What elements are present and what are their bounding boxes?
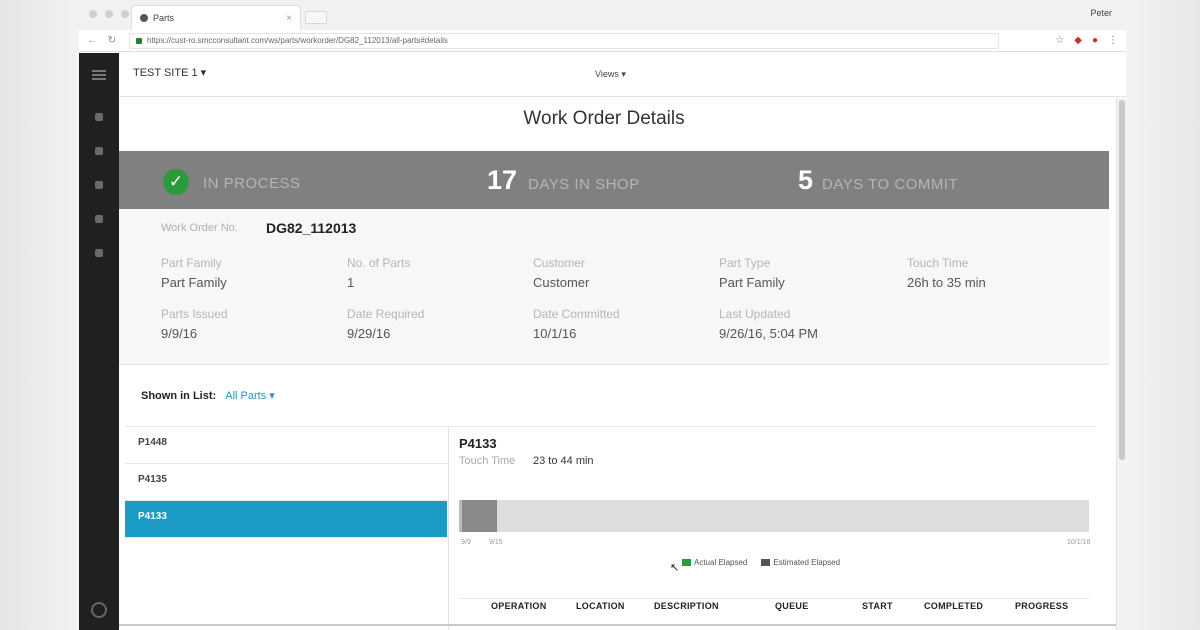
column-header[interactable]: OPERATION: [491, 601, 547, 611]
browser-toolbar: ☆ ◆ ● ⋮: [1055, 35, 1118, 46]
divider: [119, 624, 1116, 626]
maximize-window-dot[interactable]: [121, 10, 129, 18]
field-date-required: Date Required 9/29/16: [347, 307, 425, 341]
field-part-type: Part Type Part Family: [719, 256, 785, 290]
reload-icon[interactable]: ↻: [105, 35, 119, 46]
field-touch-time: Touch Time 26h to 35 min: [907, 256, 986, 290]
browser-tab-bar: Parts × Peter: [79, 0, 1126, 30]
list-filter-label: Shown in List:: [141, 390, 217, 402]
reports-icon[interactable]: [95, 215, 103, 223]
field-customer: Customer Customer: [533, 256, 590, 290]
field-part-family: Part Family Part Family: [161, 256, 227, 290]
dashboard-icon[interactable]: [95, 113, 103, 121]
parts-list-item-selected[interactable]: P4133: [125, 501, 447, 538]
browser-tab[interactable]: Parts ×: [131, 5, 301, 30]
legend-actual: Actual Elapsed: [682, 558, 747, 567]
column-header[interactable]: PROGRESS: [1015, 601, 1068, 611]
progress-tick-start: 9/9: [461, 539, 471, 546]
new-tab-button[interactable]: [305, 11, 327, 24]
user-avatar-icon[interactable]: [91, 602, 107, 618]
progress-track: [459, 500, 1089, 532]
column-header[interactable]: QUEUE: [775, 601, 809, 611]
part-detail-id: P4133: [459, 436, 497, 451]
mouse-cursor-icon: ↖: [670, 562, 680, 574]
tab-title: Parts: [153, 13, 175, 23]
parts-icon[interactable]: [95, 147, 103, 155]
page-title: Work Order Details: [523, 108, 685, 129]
operations-table-header: OPERATION LOCATION DESCRIPTION QUEUE STA…: [459, 598, 1089, 622]
legend-swatch: [682, 559, 691, 567]
work-order-details: Work Order No. DG82_112013 Part Family Pa…: [119, 209, 1109, 365]
close-tab-icon[interactable]: ×: [286, 13, 292, 24]
work-order-value: DG82_112013: [266, 220, 357, 236]
column-header[interactable]: LOCATION: [576, 601, 625, 611]
parts-list: P1448 P4135 P4133: [125, 427, 447, 538]
progress-legend: Actual Elapsed Estimated Elapsed: [682, 558, 840, 567]
days-to-commit-count: 5: [798, 165, 814, 195]
field-no-of-parts: No. of Parts 1: [347, 256, 411, 290]
url-field[interactable]: https://cust-ro.smcconsultant.com/ws/par…: [129, 32, 999, 49]
progress-tick-mid: 9/15: [489, 539, 503, 546]
column-header[interactable]: DESCRIPTION: [654, 601, 719, 611]
list-filter: Shown in List: All Parts ▾: [141, 389, 275, 402]
close-window-dot[interactable]: [89, 10, 97, 18]
legend-estimated: Estimated Elapsed: [761, 558, 840, 567]
field-last-updated: Last Updated 9/26/16, 5:04 PM: [719, 307, 819, 341]
status-text: IN PROCESS: [203, 175, 301, 192]
progress-fill: [459, 500, 497, 532]
extension-icon[interactable]: ◆: [1074, 35, 1082, 46]
settings-icon[interactable]: [95, 249, 103, 257]
divider: [448, 427, 449, 630]
favicon-icon: [140, 14, 148, 22]
parts-list-item[interactable]: P1448: [125, 427, 447, 464]
hamburger-menu-icon[interactable]: [92, 70, 106, 80]
extension-icon-2[interactable]: ●: [1092, 35, 1098, 46]
part-touch-time-label: Touch Time: [459, 455, 516, 467]
app-sidebar: [79, 53, 119, 630]
main-content: Work Order Details ✓ IN PROCESS 17 DAYS …: [119, 98, 1116, 630]
part-touch-time-value: 23 to 44 min: [533, 455, 594, 467]
view-selector[interactable]: Views ▾: [595, 69, 626, 80]
days-in-shop-label: DAYS IN SHOP: [528, 176, 640, 193]
parts-list-item[interactable]: P4135: [125, 464, 447, 501]
url-text: https://cust-ro.smcconsultant.com/ws/par…: [147, 36, 448, 45]
scrollbar-thumb[interactable]: [1119, 100, 1125, 460]
field-date-committed: Date Committed 10/1/16: [533, 307, 620, 341]
site-selector[interactable]: TEST SITE 1 ▾: [133, 66, 206, 79]
lock-icon: [136, 37, 142, 44]
app-header: TEST SITE 1 ▾ Views ▾: [119, 53, 1126, 97]
list-filter-dropdown[interactable]: All Parts ▾: [225, 390, 275, 402]
legend-swatch: [761, 559, 771, 567]
work-order-label: Work Order No.: [161, 222, 238, 234]
progress-tick-end: 10/1/16: [1067, 539, 1091, 546]
minimize-window-dot[interactable]: [105, 10, 113, 18]
browser-window: Parts × Peter ← ↻ https://cust-ro.smccon…: [79, 0, 1126, 630]
menu-dots-icon[interactable]: ⋮: [1108, 35, 1118, 46]
days-in-shop-count: 17: [487, 165, 518, 195]
profile-name[interactable]: Peter: [1090, 8, 1112, 18]
column-header[interactable]: START: [862, 601, 893, 611]
scrollbar[interactable]: [1116, 98, 1126, 630]
field-parts-issued: Parts Issued 9/9/16: [161, 307, 228, 341]
address-bar: ← ↻ https://cust-ro.smcconsultant.com/ws…: [79, 30, 1126, 52]
window-controls: [89, 10, 129, 18]
status-banner: ✓ IN PROCESS 17 DAYS IN SHOP 5 DAYS TO C…: [119, 151, 1109, 209]
star-icon[interactable]: ☆: [1055, 35, 1064, 46]
days-to-commit-label: DAYS TO COMMIT: [822, 176, 959, 193]
orders-icon[interactable]: [95, 181, 103, 189]
back-arrow-icon[interactable]: ←: [85, 35, 99, 46]
column-header[interactable]: COMPLETED: [924, 601, 983, 611]
check-icon: ✓: [163, 169, 189, 195]
